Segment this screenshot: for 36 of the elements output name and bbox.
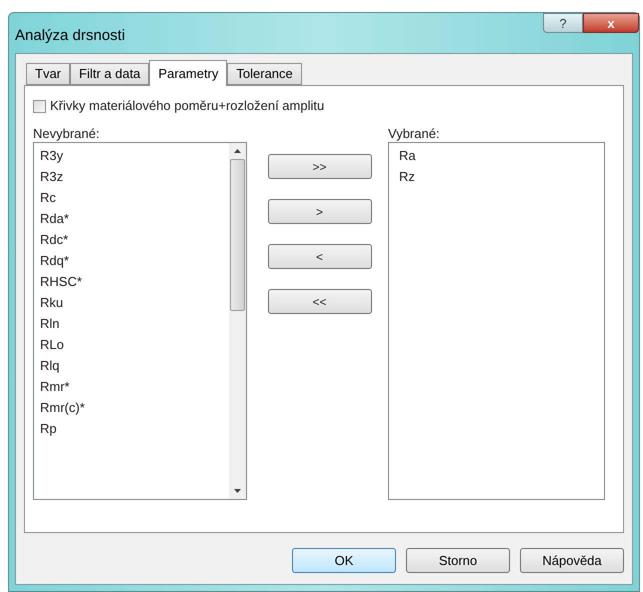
- list-item[interactable]: Rmr(c)*: [36, 397, 229, 418]
- list-item[interactable]: Rp: [36, 418, 229, 439]
- scroll-thumb[interactable]: [230, 159, 245, 311]
- window-title: Analýza drsnosti: [15, 26, 126, 46]
- list-item[interactable]: Rln: [36, 313, 229, 334]
- list-item[interactable]: R3z: [36, 166, 229, 187]
- dialog-button[interactable]: OK: [292, 548, 396, 573]
- move-button[interactable]: >>: [268, 154, 372, 179]
- tab[interactable]: Filtr a data: [70, 63, 150, 85]
- help-button[interactable]: ?: [543, 13, 583, 33]
- list-item[interactable]: Rz: [395, 166, 604, 187]
- list-item[interactable]: Rlq: [36, 355, 229, 376]
- list-item[interactable]: Rku: [36, 292, 229, 313]
- list-label: Vybrané:: [388, 125, 441, 142]
- list-item[interactable]: R3y: [36, 145, 229, 166]
- list-item[interactable]: Ra: [395, 145, 604, 166]
- move-button[interactable]: <<: [268, 289, 372, 314]
- checkbox-label: Křivky materiálového poměru+rozložení amplitu: [50, 97, 324, 116]
- dialog-button[interactable]: Nápověda: [520, 548, 624, 573]
- list-item[interactable]: RLo: [36, 334, 229, 355]
- list-item[interactable]: Rda*: [36, 208, 229, 229]
- list-label: Nevybrané:: [33, 125, 100, 142]
- move-button[interactable]: >: [268, 199, 372, 224]
- list-item[interactable]: Rmr*: [36, 376, 229, 397]
- scrollbar[interactable]: [229, 143, 246, 499]
- list-item[interactable]: Rdc*: [36, 229, 229, 250]
- tab[interactable]: Tvar: [26, 63, 70, 85]
- list-item[interactable]: Rc: [36, 187, 229, 208]
- list-item[interactable]: RHSC*: [36, 271, 229, 292]
- checkbox[interactable]: [33, 100, 46, 112]
- move-button[interactable]: <: [268, 244, 372, 269]
- close-button[interactable]: x: [583, 13, 639, 33]
- tab[interactable]: Tolerance: [227, 63, 302, 85]
- tab[interactable]: Parametry: [149, 60, 228, 86]
- list-item[interactable]: Rdq*: [36, 250, 229, 271]
- dialog-button[interactable]: Storno: [406, 548, 510, 573]
